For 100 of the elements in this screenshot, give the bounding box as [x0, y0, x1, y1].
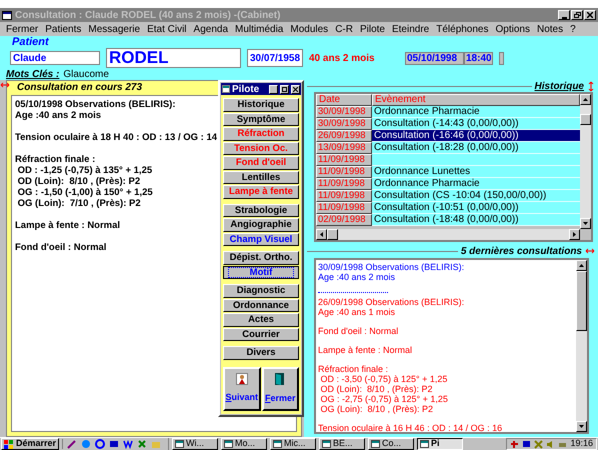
minimize-button[interactable] [269, 84, 278, 94]
clock: 19:16 [570, 437, 593, 450]
text-line: 26/09/1998 Observations (BELIRIS): [318, 297, 466, 307]
table-cell[interactable]: Ordonnance Lunettes [372, 166, 580, 178]
pilot-button[interactable]: Dépist. Ortho. [223, 251, 299, 264]
menu-item[interactable]: Fermer [6, 22, 38, 36]
down-arrow-icon [583, 222, 588, 225]
table-cell[interactable]: Consultation (-18:48 (0,00/0,00)) [372, 214, 580, 226]
menu-item[interactable]: Modules [290, 22, 328, 36]
window-title: Consultation : Claude RODEL (40 ans 2 mois) -(Cabinet) [15, 8, 282, 22]
scroll-thumb[interactable] [576, 271, 587, 331]
maximize-button[interactable] [280, 84, 289, 94]
table-cell[interactable]: Ordonnance Pharmacie [372, 106, 580, 118]
pilot-button[interactable]: Champ Visuel [223, 232, 299, 246]
scroll-left-button[interactable] [316, 229, 327, 240]
menu-item[interactable]: Pilote [360, 22, 385, 36]
taskbar-button[interactable]: Mic... [270, 438, 316, 450]
down-arrow-icon [579, 425, 584, 428]
date-field[interactable]: 05/10/1998 [405, 52, 464, 64]
table-cell[interactable]: Consultation (-18:28 (0,00/0,00)) [372, 142, 580, 154]
time-field[interactable]: 18:40 [464, 52, 493, 64]
pilot-title: Pilote [232, 82, 260, 96]
pilot-button[interactable]: Courrier [223, 328, 299, 341]
scroll-up-button[interactable] [580, 94, 591, 105]
pilot-button[interactable]: Ordonnance [223, 298, 299, 312]
pilot-button[interactable]: Angiographie [223, 218, 299, 232]
menu-item[interactable]: Agenda [194, 22, 228, 36]
pilot-button[interactable]: Divers [223, 346, 299, 360]
taskbar-button[interactable]: Mo... [221, 438, 268, 450]
menu-item[interactable]: C-R [335, 22, 353, 36]
action-button[interactable]: Suivant [223, 366, 260, 410]
minimize-button[interactable] [558, 10, 570, 20]
word-icon[interactable] [123, 439, 134, 449]
age-text: 40 ans 2 mois [309, 52, 376, 66]
menu-item[interactable]: Téléphones [436, 22, 488, 36]
up-arrow-icon [579, 264, 584, 267]
taskbar-button[interactable]: Co... [368, 438, 414, 450]
text-line: Fond d'oeil : Normal [15, 242, 106, 253]
table-cell[interactable]: Consultation (-10:51 (0,00/0,00)) [372, 202, 580, 214]
window-icon [273, 440, 282, 448]
pilot-button[interactable]: Historique [223, 98, 299, 112]
menu-item[interactable]: Options [496, 22, 530, 36]
table-cell[interactable] [372, 154, 580, 166]
vertical-scrollbar[interactable] [576, 260, 587, 432]
pilot-button[interactable]: Actes [223, 313, 299, 326]
pilot-button[interactable]: Lentilles [223, 170, 299, 184]
pilot-button[interactable]: Symptôme [223, 112, 299, 126]
first-name-field[interactable]: Claude [10, 51, 100, 65]
taskbar-button[interactable]: BE... [319, 438, 366, 450]
pilot-button[interactable]: Diagnostic [223, 284, 299, 298]
small-field[interactable] [499, 52, 504, 64]
scroll-thumb[interactable] [327, 229, 338, 240]
menu-item[interactable]: Multimédia [235, 22, 284, 36]
restore-button[interactable] [571, 10, 583, 20]
windows-logo-icon [4, 440, 14, 448]
scroll-down-button[interactable] [576, 421, 587, 432]
menu-item[interactable]: Etat Civil [147, 22, 187, 36]
close-button[interactable] [291, 84, 300, 94]
table-cell[interactable]: Consultation (-16:46 (0,00/0,00)) [372, 130, 580, 142]
window-icon [420, 440, 430, 448]
table-cell[interactable]: Consultation (-14:43 (0,00/0,00)) [372, 118, 580, 130]
taskbar-button[interactable]: Wi... [172, 438, 218, 450]
menu-item[interactable]: Eteindre [392, 22, 430, 36]
birth-date-field[interactable]: 30/07/1958 [247, 49, 303, 67]
text-line: Réfraction finale : [318, 364, 390, 374]
window-icon [222, 85, 230, 93]
table-cell[interactable]: Consultation (CS -10:04 (150,00/0,00)) [372, 190, 580, 202]
scroll-right-button[interactable] [569, 229, 580, 240]
text-line: 30/09/1998 Observations (BELIRIS): [318, 262, 466, 272]
window-icon [2, 10, 12, 20]
horizontal-scrollbar[interactable] [316, 229, 580, 240]
start-button[interactable]: Démarrer [1, 438, 60, 450]
recent-consultations-area[interactable] [314, 258, 589, 434]
last-name-field[interactable]: RODEL [106, 48, 241, 68]
menu-item[interactable]: Patients [45, 22, 82, 36]
door-icon [274, 372, 286, 386]
menu-item[interactable]: Messagerie [88, 22, 140, 36]
resize-horizontal-icon[interactable] [585, 247, 595, 255]
resize-vertical-icon[interactable] [587, 80, 595, 92]
window-icon [371, 440, 380, 448]
action-button[interactable]: Fermer [262, 366, 299, 410]
resize-horizontal-icon[interactable] [0, 81, 10, 89]
consultation-title: Consultation en cours 273 [17, 81, 142, 95]
scroll-thumb[interactable] [580, 114, 591, 124]
taskbar-button[interactable]: Pi [417, 438, 464, 450]
pilot-button[interactable]: Strabologie [223, 204, 299, 217]
vertical-scrollbar[interactable] [580, 94, 591, 229]
menu-item[interactable]: Notes [536, 22, 564, 36]
keywords-label: Mots Clés : [6, 68, 60, 82]
menu-item[interactable]: ? [570, 22, 576, 36]
table-cell[interactable]: Ordonnance Pharmacie [372, 178, 580, 190]
close-button[interactable] [584, 10, 596, 20]
pilot-button[interactable]: Motif [223, 266, 299, 279]
scroll-up-button[interactable] [576, 260, 587, 271]
text-line: Réfraction finale : [15, 154, 96, 165]
right-arrow-icon [573, 232, 576, 237]
text-line: Age :40 ans 2 mois [15, 110, 102, 121]
left-arrow-icon [320, 232, 323, 237]
scroll-down-button[interactable] [580, 218, 591, 229]
restore-icon [574, 12, 580, 18]
